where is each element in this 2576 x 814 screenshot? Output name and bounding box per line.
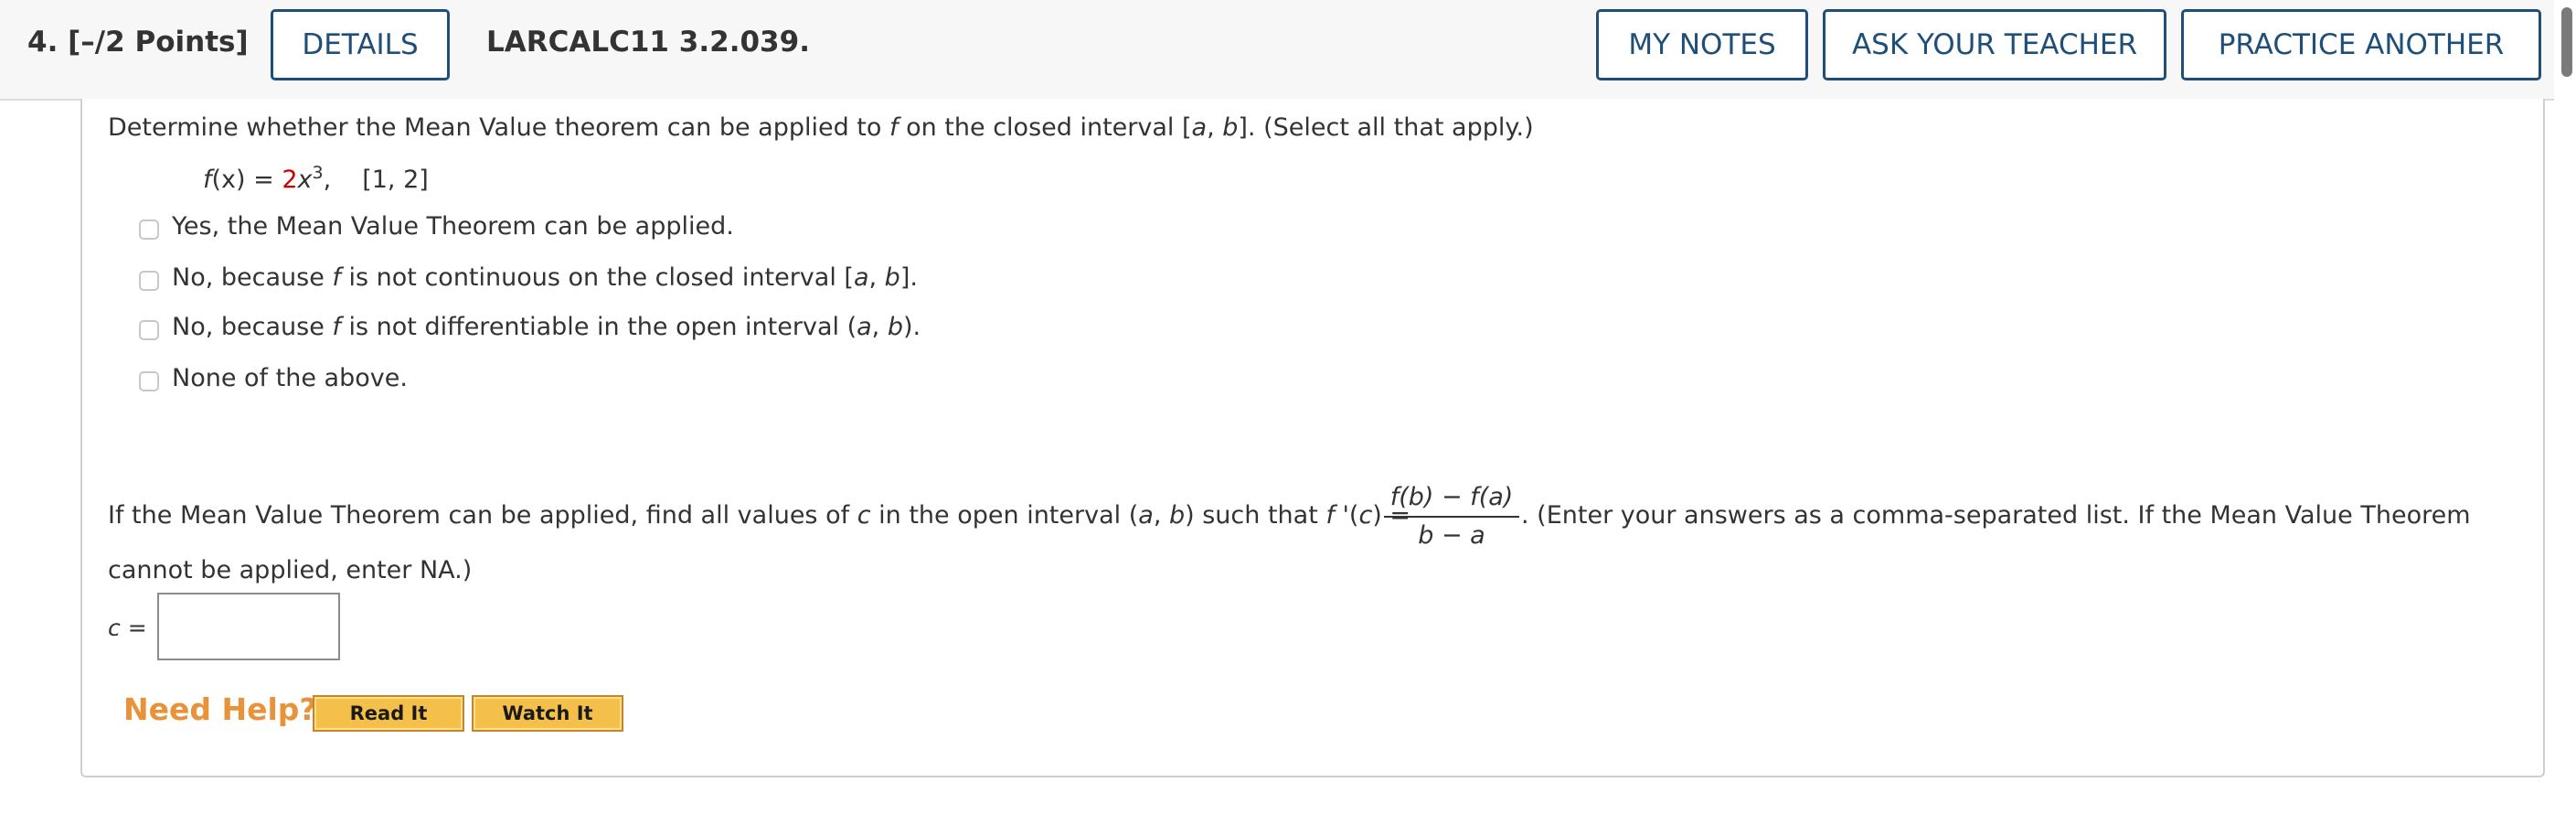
option-label-not-differentiable: No, because f is not differentiable in t… (172, 313, 921, 341)
need-help-label: Need Help? (123, 691, 317, 727)
option-checkbox-none[interactable] (139, 371, 159, 391)
practice-another-button[interactable]: PRACTICE ANOTHER (2181, 9, 2541, 80)
watch-it-button[interactable]: Watch It (472, 695, 623, 732)
question-prompt: Determine whether the Mean Value theorem… (108, 113, 1534, 142)
question-points-label: 4. [–/2 Points] (27, 26, 249, 59)
question-header: 4. [–/2 Points] DETAILS LARCALC11 3.2.03… (0, 0, 2554, 101)
option-label-not-continuous: No, because f is not continuous on the c… (172, 263, 918, 292)
option-checkbox-not-continuous[interactable] (139, 271, 159, 291)
question-panel (80, 99, 2545, 777)
scrollbar-thumb[interactable] (2561, 7, 2572, 77)
my-notes-button[interactable]: MY NOTES (1596, 9, 1808, 80)
option-label-yes: Yes, the Mean Value Theorem can be appli… (172, 212, 734, 241)
part2-prompt-right: . (Enter your answers as a comma-separat… (1521, 501, 2471, 530)
fraction-denominator: b − a (1418, 521, 1485, 550)
ask-your-teacher-button[interactable]: ASK YOUR TEACHER (1823, 9, 2166, 80)
part2-prompt-left: If the Mean Value Theorem can be applied… (108, 501, 1411, 530)
scrollbar-track[interactable] (2554, 0, 2576, 814)
answer-input-c[interactable] (157, 593, 340, 660)
answer-label: c = (108, 615, 147, 641)
part2-prompt-line2: cannot be applied, enter NA.) (108, 556, 473, 584)
read-it-button[interactable]: Read It (313, 695, 464, 732)
function-expression: f(x) = 2x3, [1, 2] (203, 163, 429, 194)
fraction-bar (1384, 516, 1519, 518)
assignment-code: LARCALC11 3.2.039. (486, 26, 810, 59)
details-button[interactable]: DETAILS (271, 9, 450, 80)
mvt-fraction: f(b) − f(a) b − a (1382, 479, 1521, 554)
option-checkbox-yes[interactable] (139, 220, 159, 240)
option-label-none: None of the above. (172, 364, 408, 392)
fraction-numerator: f(b) − f(a) (1389, 483, 1514, 511)
option-checkbox-not-differentiable[interactable] (139, 320, 159, 340)
